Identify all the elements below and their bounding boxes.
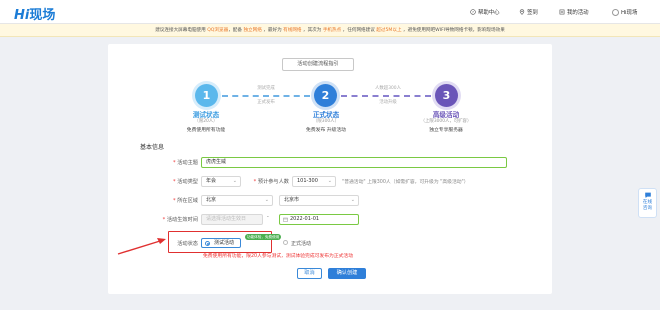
user-avatar-icon <box>612 8 619 16</box>
step-3-limit: （上限3000人，可扩容） <box>420 119 472 124</box>
chevron-down-icon: ⌄ <box>350 197 355 203</box>
step-connector-1 <box>222 95 310 97</box>
help-icon: ? <box>470 9 476 15</box>
guide-title: 活动创建流程指引 <box>282 58 354 71</box>
svg-text:?: ? <box>472 11 474 15</box>
chat-icon <box>644 192 651 199</box>
chevron-down-icon: ⌄ <box>232 178 237 184</box>
count-select[interactable]: 101-300 ⌄ <box>292 176 336 187</box>
end-date-input[interactable]: 2022-01-01 <box>279 214 359 225</box>
state-label: 活动状态 <box>177 241 198 247</box>
count-label: * 预计参与人数 <box>253 179 289 185</box>
site-logo[interactable]: Hi现场 <box>14 4 55 23</box>
formal-activity-radio[interactable]: 正式活动 <box>283 240 311 247</box>
location-pin-icon <box>519 9 525 15</box>
notice-text: ，最好为 <box>261 28 284 33</box>
notice-highlight: 有线网络 <box>283 28 302 33</box>
count-hint: "普通活动" 上限300人（如需扩容，可升级为 "高级活动"） <box>342 180 469 185</box>
notice-highlight: 独立网络 <box>243 28 262 33</box>
region-label: * 所在区域 <box>172 198 198 204</box>
step-3-circle: 3 <box>435 84 458 107</box>
connector-2-bottom-label: 活动升级 <box>379 100 397 105</box>
nav-sign-in-label: 签到 <box>527 10 538 16</box>
notice-text: ，其次为 <box>301 28 323 33</box>
cancel-button[interactable]: 取消 <box>297 268 322 279</box>
calendar-icon <box>283 217 288 222</box>
consult-line-2: 咨询 <box>642 206 653 211</box>
logo-prefix: Hi <box>14 8 30 23</box>
type-label: * 活动类型 <box>172 179 198 185</box>
radio-checked-icon <box>205 241 210 246</box>
connector-1-top-label: 测试完成 <box>257 86 275 91</box>
province-select[interactable]: 北京 ⌄ <box>201 195 273 206</box>
network-notice-bar: 建议连接大屏幕电脑使用 QQ浏览器，配备 独立网络 ，最好为 有线网络 ，其次为… <box>0 24 660 37</box>
notice-text: 建议连接大屏幕电脑使用 <box>155 28 208 33</box>
step-2-circle: 2 <box>314 84 337 107</box>
step-2-limit: （限300人） <box>313 119 339 124</box>
date-separator: - <box>267 215 269 220</box>
nav-my-activities[interactable]: 我的活动 <box>559 8 589 16</box>
step-3-desc: 独立专享服务器 <box>429 128 463 133</box>
test-activity-radio[interactable]: 测试活动 <box>201 238 241 248</box>
nav-help-center[interactable]: ? 帮助中心 <box>470 8 500 16</box>
step-2-desc: 免费发布 升级活动 <box>306 128 346 133</box>
top-navigation-bar: Hi现场 ? 帮助中心 签到 我的活动 Hi现场 <box>0 0 660 24</box>
notice-highlight: 手机热点 <box>322 28 342 33</box>
nav-user-account[interactable]: Hi现场 <box>612 8 637 16</box>
basic-info-heading: 基本信息 <box>140 144 165 151</box>
step-connector-2 <box>341 95 431 97</box>
nav-my-activities-label: 我的活动 <box>567 10 589 16</box>
nav-user-label: Hi现场 <box>621 10 638 16</box>
connector-1-bottom-label: 正式发布 <box>257 100 275 105</box>
type-select[interactable]: 年会 ⌄ <box>201 176 241 187</box>
logo-text: 现场 <box>29 8 56 23</box>
confirm-create-button[interactable]: 确认创建 <box>328 268 366 279</box>
state-warning-text: 免费使用所有功能，限20人参与测试，测试体验完成可发布为正式活动 <box>203 254 354 259</box>
city-select[interactable]: 北京市 ⌄ <box>279 195 359 206</box>
step-1-circle: 1 <box>195 84 218 107</box>
start-date-input[interactable]: 请选择活动生效日 <box>201 214 263 225</box>
radio-unchecked-icon <box>283 240 288 245</box>
nav-sign-in[interactable]: 签到 <box>519 8 538 16</box>
step-1-desc: 免费使用所有功能 <box>186 128 226 133</box>
online-consult-button[interactable]: 在线 咨询 <box>638 188 657 218</box>
notice-highlight: QQ浏览器 <box>207 28 229 33</box>
connector-2-top-label: 人数超300人 <box>375 86 401 91</box>
nav-help-label: 帮助中心 <box>478 10 500 16</box>
chevron-down-icon: ⌄ <box>264 197 269 203</box>
free-trial-badge: 功能体验，免费使用 <box>245 234 282 240</box>
list-icon <box>559 9 565 15</box>
theme-input[interactable]: 虎虎生威 <box>201 157 507 168</box>
theme-label: * 活动主题 <box>172 160 198 166</box>
time-label: * 活动生效时间 <box>162 217 198 223</box>
notice-text: ，任何网络建议 <box>341 28 377 33</box>
notice-text: ，避免使用网吧WIFI导致网络卡顿，影响现场效果 <box>401 28 505 33</box>
notice-highlight: 超过5M以上 <box>376 28 402 33</box>
notice-text: ，配备 <box>228 28 244 33</box>
chevron-down-icon: ⌄ <box>327 178 332 184</box>
step-1-limit: （限20人） <box>194 119 218 124</box>
